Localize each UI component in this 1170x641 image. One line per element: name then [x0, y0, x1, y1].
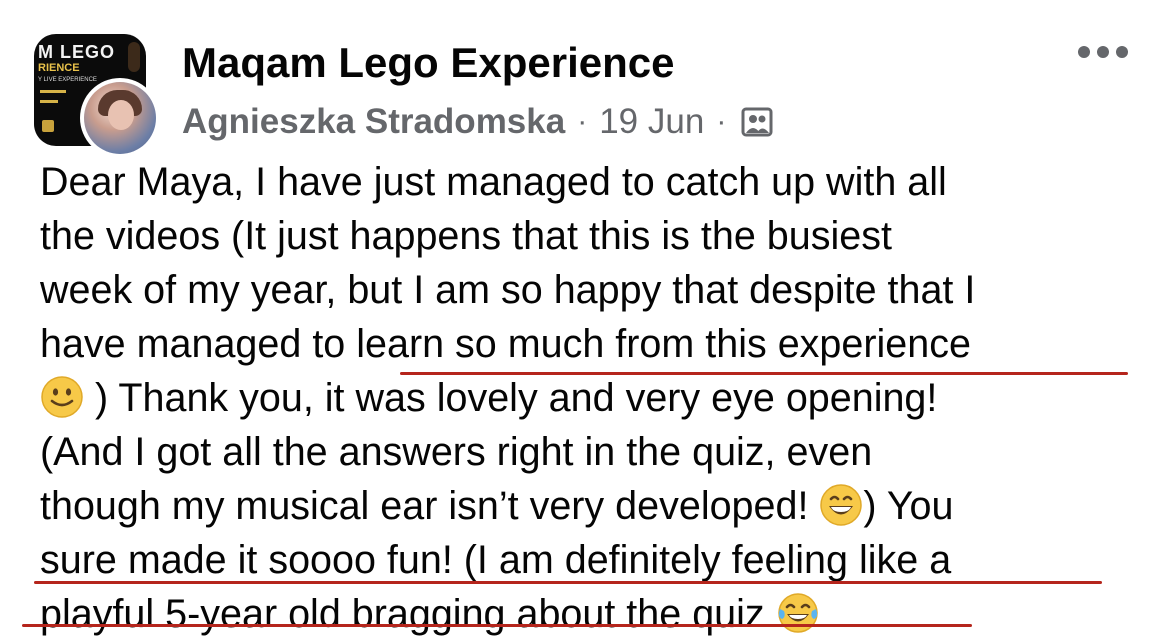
- red-underline-annotation: [400, 372, 1128, 375]
- more-options-icon: [1116, 46, 1128, 58]
- group-name-link[interactable]: Maqam Lego Experience: [182, 38, 675, 88]
- author-avatar-face: [108, 100, 134, 130]
- post-text-segment: ) Thank you, it was lovely and very eye …: [84, 376, 938, 420]
- more-options-button[interactable]: [1078, 40, 1128, 64]
- post-text-line: Dear Maya, I have just managed to catch …: [40, 160, 947, 204]
- post-text-segment: though my musical ear isn’t very develop…: [40, 484, 820, 528]
- group-avatar-logo-subtext: RIENCE: [38, 62, 80, 74]
- red-underline-annotation: [22, 624, 972, 627]
- author-avatar[interactable]: [80, 78, 160, 158]
- post-text: Dear Maya, I have just managed to catch …: [40, 155, 1150, 641]
- post-text-line: though my musical ear isn’t very develop…: [40, 479, 1150, 533]
- grinning-face-emoji: [820, 484, 863, 526]
- post-text-line: the videos (It just happens that this is…: [40, 214, 892, 258]
- group-avatar-decoration: [40, 100, 58, 103]
- group-avatar-logo-caption: Y LIVE EXPERIENCE: [38, 77, 97, 83]
- slightly-smiling-face-emoji: [41, 376, 83, 418]
- author-name-link[interactable]: Agnieszka Stradomska: [182, 102, 565, 142]
- red-underline-annotation: [34, 581, 1102, 584]
- group-avatar-decoration: [128, 42, 140, 72]
- post-date-link[interactable]: 19 Jun: [599, 102, 704, 142]
- group-avatar-decoration: [42, 120, 54, 132]
- group-avatar-logo-text: M LEGO: [38, 42, 115, 62]
- meta-separator: ·: [716, 105, 727, 138]
- post-text-line: week of my year, but I am so happy that …: [40, 268, 976, 312]
- post-text-segment: playful 5-year old bragging about the qu…: [40, 592, 776, 636]
- post-text-line: playful 5-year old bragging about the qu…: [40, 587, 1150, 641]
- group-avatar-decoration: [40, 90, 66, 93]
- members-group-icon[interactable]: [740, 105, 774, 139]
- post-header: M LEGO RIENCE Y LIVE EXPERIENCE Maqam Le…: [0, 0, 1170, 160]
- post-text-line: (And I got all the answers right in the …: [40, 430, 873, 474]
- post-text-segment: ) You: [863, 484, 954, 528]
- meta-separator: ·: [577, 105, 588, 138]
- post-meta: Agnieszka Stradomska · 19 Jun ·: [182, 100, 774, 144]
- more-options-icon: [1097, 46, 1109, 58]
- tears-of-joy-emoji: [777, 593, 818, 633]
- author-avatar-photo: [84, 82, 156, 154]
- post-text-line: ) Thank you, it was lovely and very eye …: [40, 371, 1150, 425]
- post-text-line: sure made it soooo fun! (I am definitely…: [40, 538, 952, 582]
- post-text-line: have managed to learn so much from this …: [40, 322, 971, 366]
- more-options-icon: [1078, 46, 1090, 58]
